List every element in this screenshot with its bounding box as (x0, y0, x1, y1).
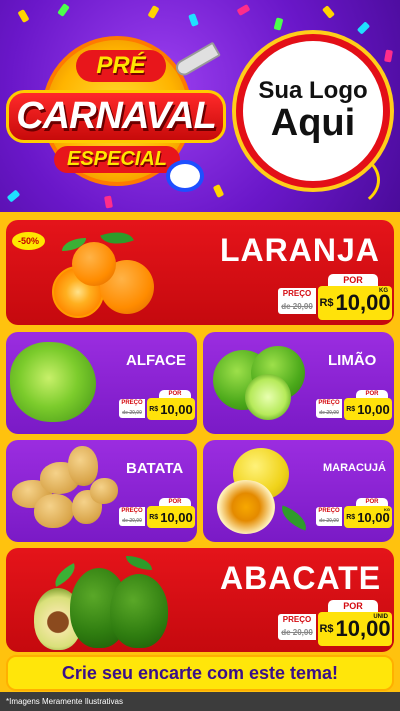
cta-banner[interactable]: Crie seu encarte com este tema! (6, 655, 394, 691)
product-card-batata[interactable]: BATATA POR PREÇO de 20,00 R$ 10,00 (6, 440, 197, 542)
leaf-image (126, 556, 152, 570)
product-name: LIMÃO (328, 352, 377, 369)
old-price: de 20,00 (119, 408, 145, 418)
preco-label: PREÇO (119, 399, 145, 408)
currency-symbol: R$ (319, 623, 334, 635)
por-label: POR (328, 274, 378, 286)
passion-fruit-half-image (217, 480, 275, 534)
logo-placeholder-line1: Sua Logo (258, 76, 368, 104)
currency-symbol: R$ (149, 513, 159, 521)
old-price: de 20,00 (316, 408, 342, 418)
confetti-decoration (384, 49, 393, 63)
preco-label: PREÇO (316, 507, 342, 516)
product-name: ABACATE (220, 560, 382, 596)
logo-placeholder[interactable]: Sua Logo Aqui (236, 34, 390, 188)
product-name: BATATA (126, 460, 184, 477)
por-label: POR (159, 498, 191, 506)
new-price: R$ 10,00 (147, 398, 195, 420)
potato-image (90, 478, 118, 504)
avocado-image (110, 574, 168, 648)
price-unit: KG (379, 288, 388, 294)
header-banner: PRÉ CARNAVAL ESPECIAL Sua Logo Aqui (0, 0, 400, 212)
trumpet-icon (173, 41, 221, 79)
disclaimer-text: *Imagens Meramente Ilustrativas (0, 692, 400, 711)
product-card-abacate[interactable]: ABACATE POR PREÇO de 20,00 R$ 10,00 UNID (6, 548, 394, 652)
preco-label: PREÇO (119, 507, 145, 516)
lime-slice-image (245, 374, 291, 420)
old-price: de 20,00 (278, 300, 316, 314)
drum-icon (166, 160, 204, 192)
new-price: R$ 10,00 (344, 398, 392, 420)
preco-label: PREÇO (316, 399, 342, 408)
product-name: ALFACE (126, 352, 186, 369)
product-card-limao[interactable]: LIMÃO POR PREÇO de 20,00 R$ 10,00 (203, 332, 394, 434)
confetti-decoration (147, 5, 160, 19)
old-price: de 20,00 (119, 516, 145, 526)
orange-image (72, 242, 116, 286)
logo-pre-text: PRÉ (76, 50, 166, 82)
lettuce-image (10, 342, 96, 422)
currency-symbol: R$ (149, 405, 159, 413)
confetti-decoration (104, 195, 113, 209)
preco-label: PREÇO (278, 288, 316, 300)
preco-label: PREÇO (278, 614, 316, 626)
currency-symbol: R$ (346, 513, 356, 521)
product-name: MARACUJÁ (323, 462, 386, 474)
potato-image (34, 494, 74, 528)
new-price: R$ 10,00 UNID (318, 612, 392, 646)
currency-symbol: R$ (346, 405, 356, 413)
carnaval-logo: PRÉ CARNAVAL ESPECIAL (6, 22, 226, 197)
price-tag: POR PREÇO de 20,00 R$ 10,00 KG (278, 274, 392, 322)
price-value: 10,00 (160, 401, 193, 417)
old-price: de 20,00 (278, 626, 316, 640)
old-price: de 20,00 (316, 516, 342, 526)
confetti-decoration (57, 3, 70, 17)
price-tag: POR PREÇO de 20,00 R$ 10,00 KG (316, 498, 392, 530)
price-unit: UNID (373, 614, 388, 620)
confetti-decoration (321, 5, 336, 19)
potato-image (68, 446, 98, 486)
price-tag: POR PREÇO de 20,00 R$ 10,00 UNID (278, 600, 392, 648)
confetti-decoration (17, 9, 30, 23)
new-price: R$ 10,00 KG (318, 286, 392, 320)
price-tag: POR PREÇO de 20,00 R$ 10,00 (119, 498, 195, 530)
price-tag: POR PREÇO de 20,00 R$ 10,00 (119, 390, 195, 422)
confetti-decoration (273, 17, 284, 31)
currency-symbol: R$ (319, 297, 334, 309)
logo-placeholder-line2: Aqui (270, 102, 356, 145)
confetti-decoration (356, 21, 371, 35)
price-value: 10,00 (357, 401, 390, 417)
product-name: LARANJA (220, 232, 380, 268)
price-unit: KG (384, 507, 390, 512)
product-card-alface[interactable]: ALFACE POR PREÇO de 20,00 R$ 10,00 (6, 332, 197, 434)
por-label: POR (356, 390, 388, 398)
price-value: 10,00 (160, 509, 193, 525)
new-price: R$ 10,00 (147, 506, 195, 528)
por-label: POR (328, 600, 378, 612)
por-label: POR (159, 390, 191, 398)
logo-especial-text: ESPECIAL (54, 146, 180, 173)
discount-badge: -50% (12, 232, 46, 250)
product-card-maracuja[interactable]: MARACUJÁ POR PREÇO de 20,00 R$ 10,00 KG (203, 440, 394, 542)
new-price: R$ 10,00 KG (344, 506, 392, 528)
por-label: POR (356, 498, 388, 506)
leaf-image (277, 505, 311, 531)
price-tag: POR PREÇO de 20,00 R$ 10,00 (316, 390, 392, 422)
product-card-laranja[interactable]: -50% LARANJA POR PREÇO de 20,00 R$ 10,00… (6, 220, 394, 325)
logo-carnaval-text: CARNAVAL (6, 90, 226, 143)
